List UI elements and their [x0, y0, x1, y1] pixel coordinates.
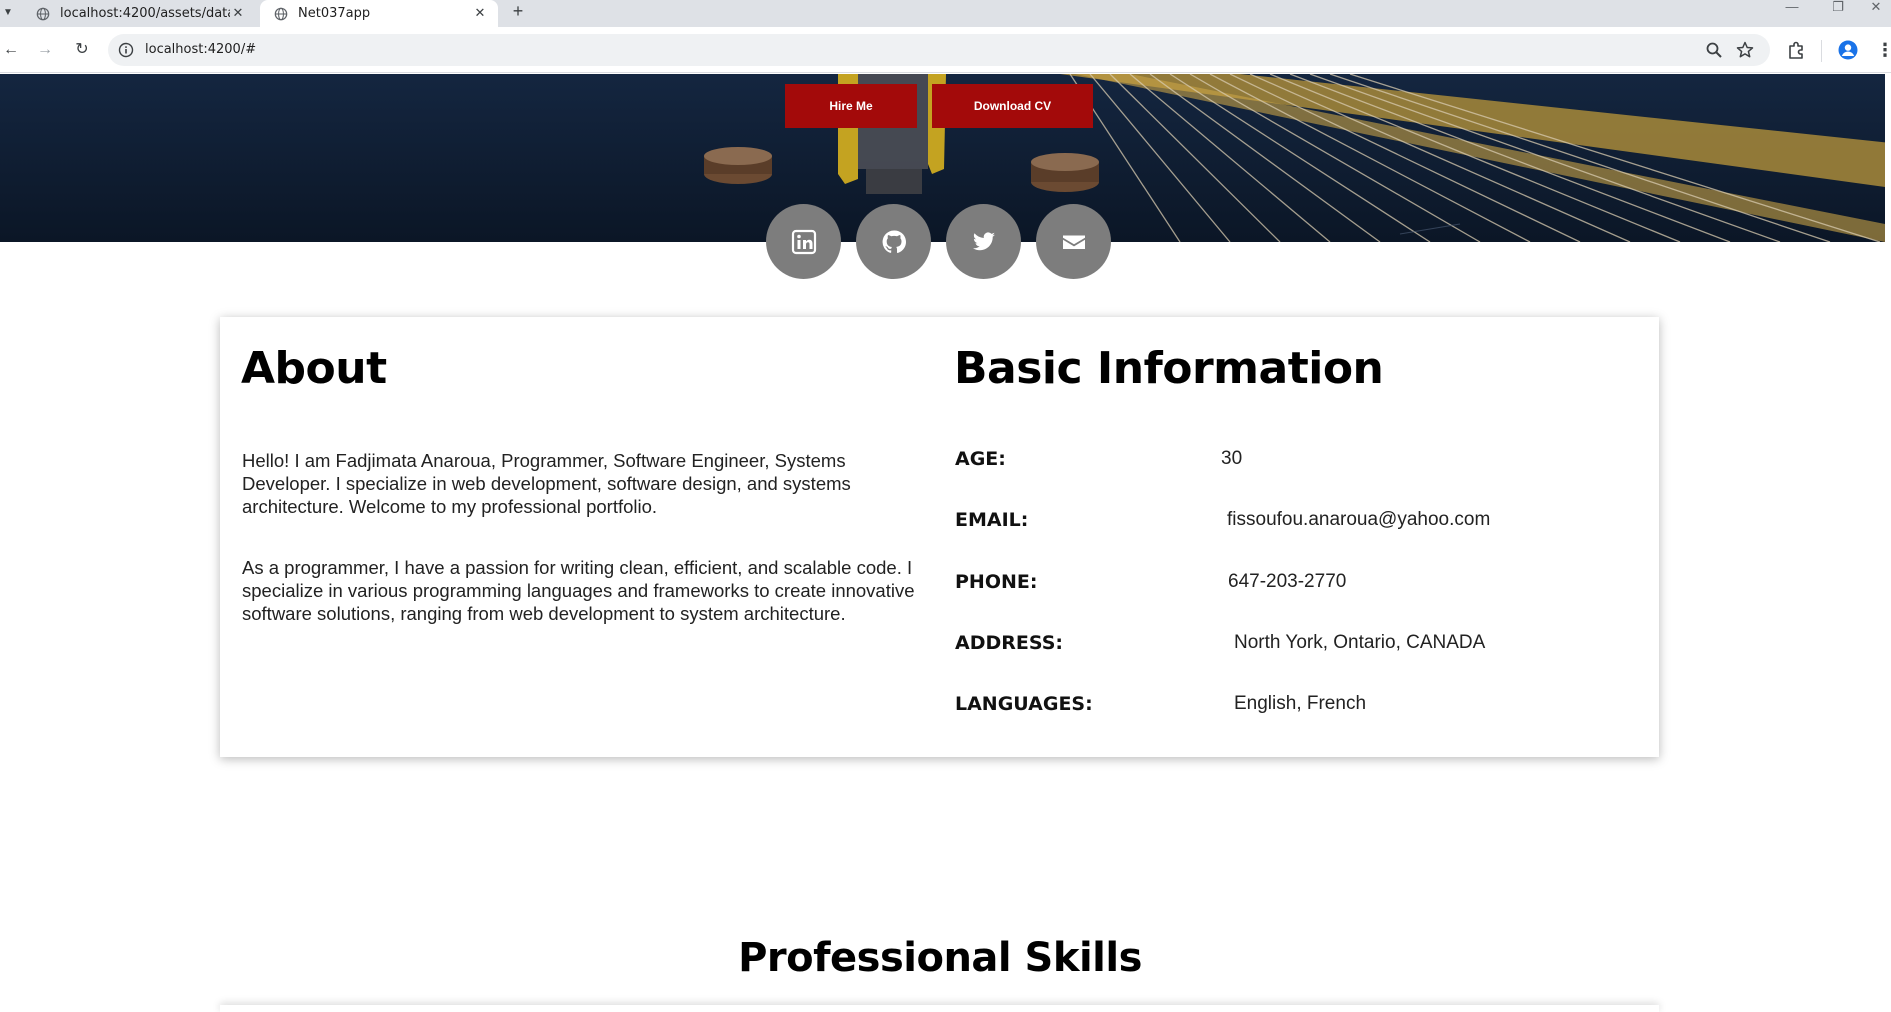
languages-value: English, French [1234, 693, 1367, 714]
basic-info-heading: Basic Information [954, 343, 1384, 394]
minimize-icon[interactable]: — [1777, 0, 1807, 16]
linkedin-icon [791, 229, 816, 254]
menu-icon[interactable]: ⋮ [1874, 39, 1891, 61]
window-close-icon[interactable]: ✕ [1861, 0, 1891, 16]
tab-assets-data[interactable]: localhost:4200/assets/data/profi ✕ [22, 0, 256, 27]
envelope-icon [1062, 235, 1085, 249]
toolbar-divider [1821, 40, 1822, 62]
about-paragraph: Hello! I am Fadjimata Anaroua, Programme… [242, 450, 851, 517]
close-icon[interactable]: ✕ [472, 6, 488, 22]
address-value: North York, Ontario, CANADA [1234, 632, 1486, 653]
site-info-icon[interactable] [118, 42, 134, 58]
close-icon[interactable]: ✕ [230, 6, 246, 22]
about-card: About Hello! I am Fadjimata Anaroua, Pro… [220, 317, 1659, 757]
phone-value: 647-203-2770 [1228, 571, 1347, 592]
url-text: localhost:4200/# [145, 42, 257, 57]
globe-icon [274, 7, 288, 20]
email-button[interactable] [1036, 204, 1111, 279]
tab-title: localhost:4200/assets/data/profi [60, 6, 230, 21]
age-value: 30 [1221, 448, 1243, 469]
globe-icon [36, 7, 50, 20]
address-label: ADDRESS: [955, 632, 1063, 654]
extensions-icon[interactable] [1786, 40, 1806, 60]
email-label: EMAIL: [955, 509, 1029, 531]
zoom-icon[interactable] [1705, 41, 1723, 59]
profile-icon[interactable] [1838, 40, 1858, 60]
tab-search-icon[interactable]: ▼ [0, 2, 16, 22]
hire-me-button[interactable]: Hire Me [785, 84, 917, 128]
twitter-button[interactable] [946, 204, 1021, 279]
new-tab-icon[interactable]: + [508, 1, 528, 21]
linkedin-button[interactable] [766, 204, 841, 279]
about-heading: About [241, 343, 387, 394]
skills-card-top [220, 1005, 1659, 1012]
reload-icon[interactable]: ↻ [71, 39, 93, 61]
tab-strip: ▼ localhost:4200/assets/data/profi ✕ Net… [0, 0, 1891, 27]
address-bar[interactable]: localhost:4200/# [108, 34, 1770, 66]
github-icon [882, 229, 906, 253]
email-value: fissoufou.anaroua@yahoo.com [1227, 509, 1491, 530]
browser-toolbar: ← → ↻ localhost:4200/# ⋮ [0, 27, 1891, 73]
hero-banner: Hire Me Download CV [0, 74, 1885, 242]
skills-heading: Professional Skills [738, 935, 1142, 981]
age-label: AGE: [955, 448, 1006, 470]
forward-icon[interactable]: → [34, 39, 56, 61]
languages-label: LANGUAGES: [955, 693, 1093, 715]
tab-title: Net037app [298, 6, 371, 21]
bookmark-star-icon[interactable] [1736, 41, 1754, 59]
phone-label: PHONE: [955, 571, 1038, 593]
twitter-icon [972, 231, 995, 250]
restore-icon[interactable]: ❐ [1823, 0, 1853, 16]
github-button[interactable] [856, 204, 931, 279]
about-paragraph: As a programmer, I have a passion for wr… [242, 557, 915, 624]
download-cv-button[interactable]: Download CV [932, 84, 1093, 128]
back-icon[interactable]: ← [0, 39, 22, 61]
tab-net037app[interactable]: Net037app ✕ [260, 0, 498, 27]
